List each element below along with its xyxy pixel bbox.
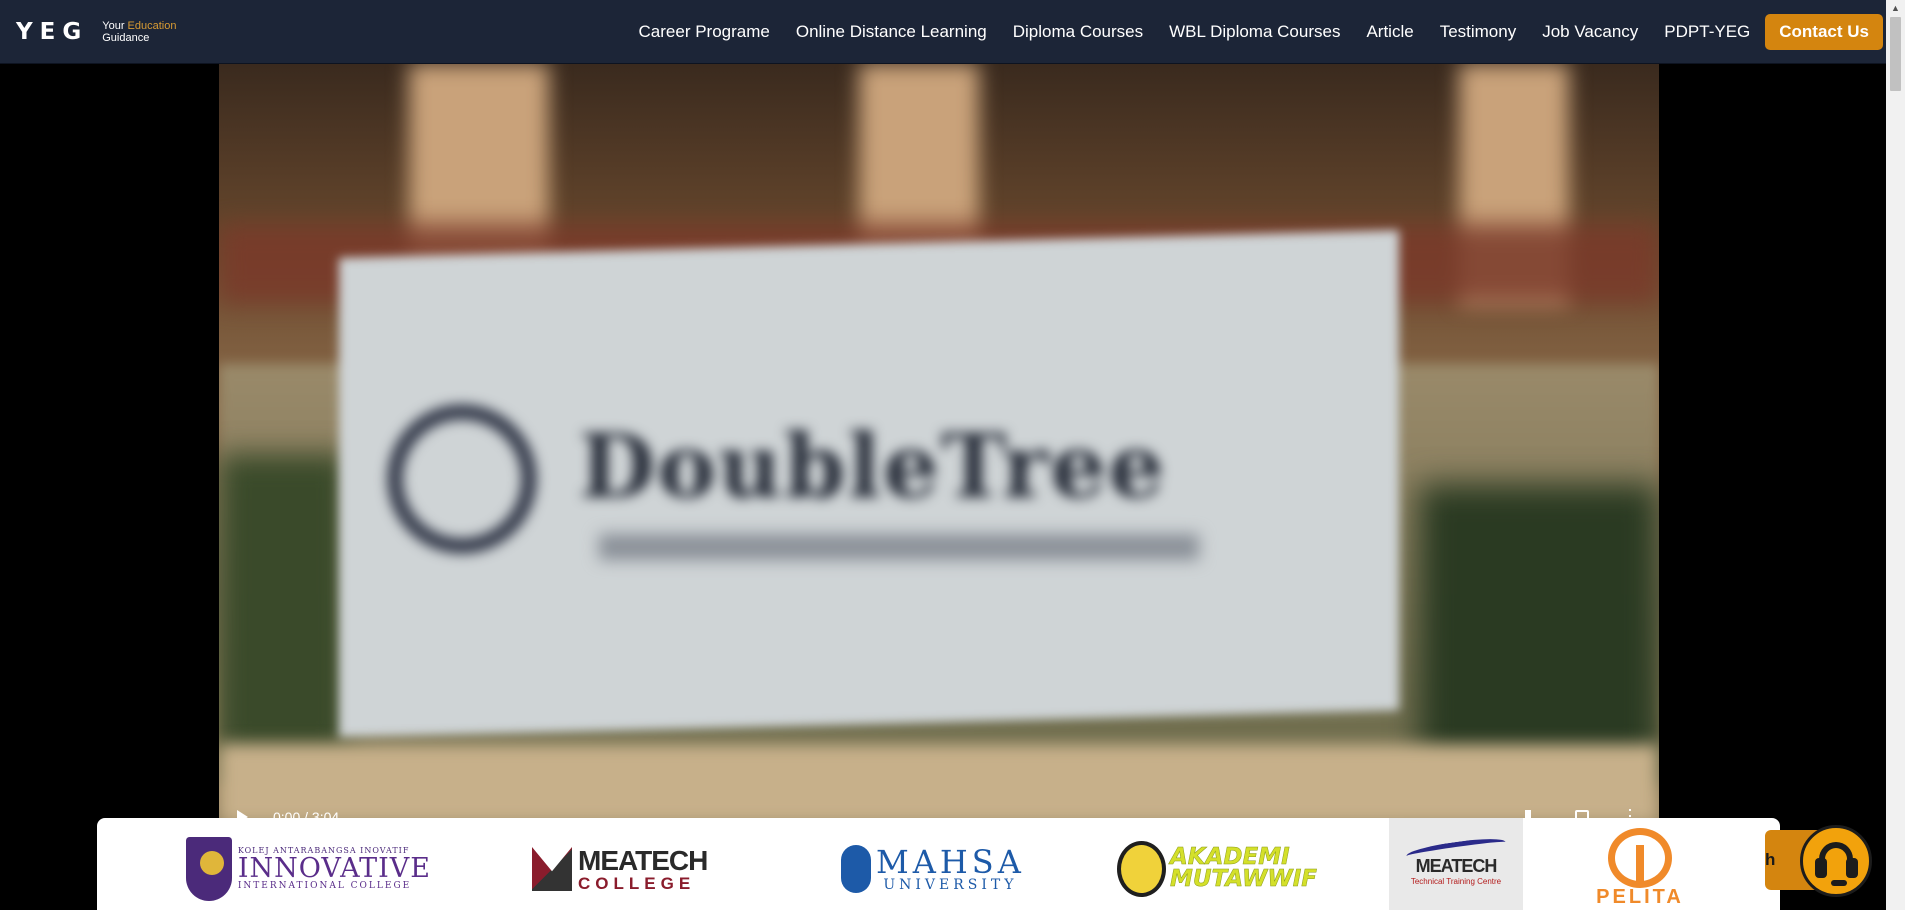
nav-pdpt-yeg[interactable]: PDPT-YEG xyxy=(1651,22,1763,42)
partner-logo-akademi-mutawwif[interactable]: AKADEMI MUTAWWIF xyxy=(1117,828,1317,910)
partner-logo-mahsa[interactable]: MAHSA UNIVERSITY xyxy=(841,828,1041,910)
amtc-badge-icon xyxy=(1117,841,1166,897)
brand-tagline: Your Education Guidance xyxy=(102,19,177,44)
page-scrollbar[interactable]: ▲ xyxy=(1886,0,1905,910)
contact-us-button[interactable]: Contact Us xyxy=(1765,13,1883,50)
mahsa-crest-icon xyxy=(841,845,871,893)
brand-logo[interactable]: YEG Your Education Guidance xyxy=(16,19,176,45)
main-nav: Career Programe Online Distance Learning… xyxy=(626,13,1883,50)
meatech-college-mark-icon xyxy=(532,847,572,891)
sign-text: DoubleTree xyxy=(579,414,1167,518)
partner-logo-meatech-college[interactable]: MEATECH COLLEGE xyxy=(532,828,742,910)
scroll-thumb[interactable] xyxy=(1890,17,1901,91)
site-header: YEG Your Education Guidance Career Progr… xyxy=(0,0,1886,64)
nav-article[interactable]: Article xyxy=(1353,22,1426,42)
video-section: DoubleTree 0:00 / 3:04 ⋮ xyxy=(0,64,1886,910)
nav-online-distance-learning[interactable]: Online Distance Learning xyxy=(783,22,1000,42)
partner-logo-meatech-ttc[interactable]: MEATECH Technical Training Centre xyxy=(1389,818,1523,910)
background-bush xyxy=(219,454,349,754)
nav-job-vacancy[interactable]: Job Vacancy xyxy=(1529,22,1651,42)
partner-logos-strip: KOLEJ ANTARABANGSA INOVATIF INNOVATIVE I… xyxy=(97,818,1780,910)
innovative-crest-icon xyxy=(186,837,232,901)
video-player[interactable]: DoubleTree xyxy=(219,64,1659,824)
brand-mark: YEG xyxy=(16,18,89,45)
nav-testimony[interactable]: Testimony xyxy=(1427,22,1530,42)
nav-career-programe[interactable]: Career Programe xyxy=(626,22,783,42)
partner-logo-innovative[interactable]: KOLEJ ANTARABANGSA INOVATIF INNOVATIVE I… xyxy=(186,828,431,910)
background-bush xyxy=(1419,484,1659,784)
nav-wbl-diploma-courses[interactable]: WBL Diploma Courses xyxy=(1156,22,1353,42)
pelita-mark-icon xyxy=(1608,828,1672,888)
nav-diploma-courses[interactable]: Diploma Courses xyxy=(1000,22,1156,42)
sign-subtext xyxy=(599,534,1199,560)
scroll-up-icon[interactable]: ▲ xyxy=(1886,0,1905,17)
headset-icon[interactable] xyxy=(1800,825,1872,897)
sign-logo-icon xyxy=(387,404,537,554)
partner-logo-pelita[interactable]: PELITA xyxy=(1585,828,1695,910)
